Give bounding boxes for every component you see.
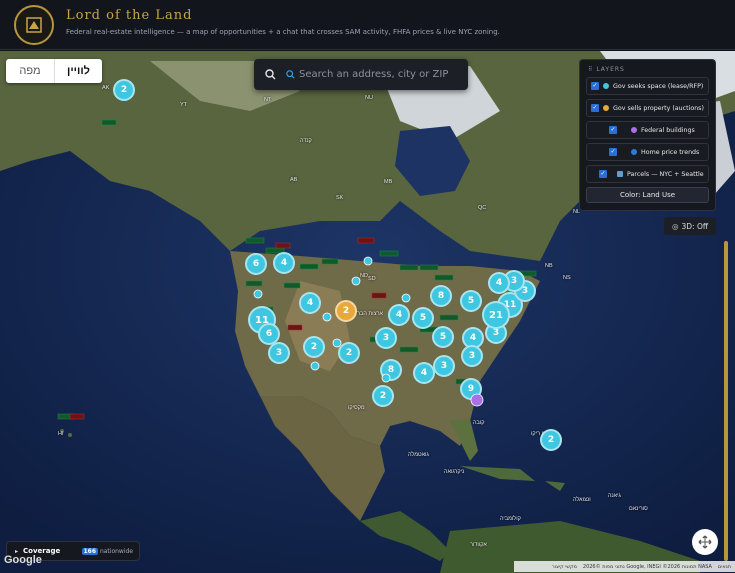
map-type-toggle: מפה לוויין (6, 59, 102, 83)
coverage-badge: 166 nationwide (81, 547, 133, 555)
map-attribution: מקשי קיצור נתוני מפות ©2026 Google, INEG… (514, 561, 735, 572)
layer-toggle-parcels[interactable]: ✓ Parcels — NYC + Seattle (586, 165, 709, 183)
app-subtitle: Federal real-estate intelligence — a map… (66, 28, 500, 36)
map-view-button[interactable]: מפה (6, 59, 54, 83)
layers-panel: ⠿ LAYERS ✓ Gov seeks space (lease/RFP) ✓… (579, 59, 716, 211)
layers-title: ⠿ LAYERS (588, 66, 625, 73)
map-cluster[interactable]: 4 (273, 252, 295, 274)
satellite-view-button[interactable]: לוויין (54, 59, 102, 83)
map-cluster[interactable]: 6 (245, 253, 267, 275)
map-cluster[interactable]: 3 (375, 327, 397, 349)
map-cluster[interactable]: 2 (113, 79, 135, 101)
coverage-suffix: nationwide (99, 547, 133, 555)
legend-dot (631, 127, 637, 133)
app-header: Lord of the Land Federal real-estate int… (0, 0, 735, 50)
layer-label: Parcels — NYC + Seattle (627, 170, 704, 178)
legend-dot (631, 149, 637, 155)
panel-resize-handle[interactable] (724, 241, 728, 561)
layer-toggle-sells-property[interactable]: ✓ Gov sells property (auctions) (586, 99, 709, 117)
app-title: Lord of the Land (66, 8, 193, 23)
layer-toggle-seek-space[interactable]: ✓ Gov seeks space (lease/RFP) (586, 77, 709, 95)
search-icon (254, 69, 286, 80)
legend-dot (603, 105, 609, 111)
map-cluster[interactable]: 5 (432, 326, 454, 348)
checkbox[interactable]: ✓ (591, 104, 599, 112)
map-cluster[interactable]: 2 (335, 300, 357, 322)
map-data-credit: נתוני מפות ©2026 Google, INEGI ©2026 תמו… (582, 563, 712, 570)
logo-icon (14, 5, 54, 45)
terms-link[interactable]: תנאים (718, 564, 731, 570)
cube-icon: ◎ (671, 221, 679, 231)
legend-dot (603, 83, 609, 89)
layer-toggle-federal-buildings[interactable]: ✓ Federal buildings (586, 121, 709, 139)
3d-label: 3D: Off (681, 221, 709, 231)
map-cluster[interactable]: 8 (380, 359, 402, 381)
layer-label: Federal buildings (641, 126, 695, 134)
map-cluster[interactable]: 3 (268, 342, 290, 364)
layer-toggle-home-price[interactable]: ✓ Home price trends (586, 143, 709, 161)
checkbox[interactable]: ✓ (591, 82, 599, 90)
map-cluster[interactable]: 2 (372, 385, 394, 407)
map-cluster[interactable]: 9 (460, 378, 482, 400)
search-input[interactable]: Search an address, city or ZIP (286, 69, 448, 80)
map-cluster[interactable]: 21 (482, 301, 510, 329)
fullscreen-icon (698, 535, 712, 549)
layer-label: Home price trends (641, 148, 700, 156)
fullscreen-button[interactable] (692, 529, 718, 555)
checkbox[interactable]: ✓ (599, 170, 607, 178)
search-bar[interactable]: Search an address, city or ZIP (254, 59, 468, 90)
map-cluster[interactable]: 3 (433, 355, 455, 377)
search-placeholder: Search an address, city or ZIP (299, 69, 449, 80)
map-cluster[interactable]: 2 (338, 342, 360, 364)
map-cluster[interactable]: 5 (412, 307, 434, 329)
map-cluster[interactable]: 4 (299, 292, 321, 314)
coverage-count: 166 (81, 547, 99, 555)
3d-toggle-button[interactable]: ◎ 3D: Off (664, 217, 716, 235)
map-cluster[interactable]: 2 (540, 429, 562, 451)
map-cluster[interactable]: 4 (413, 362, 435, 384)
checkbox[interactable]: ✓ (609, 126, 617, 134)
map-cluster[interactable]: 4 (388, 304, 410, 326)
google-logo: Google (4, 554, 42, 566)
layer-label: Gov seeks space (lease/RFP) (613, 82, 704, 90)
checkbox[interactable]: ✓ (609, 148, 617, 156)
search-icon (286, 70, 295, 79)
map-cluster[interactable]: 8 (430, 285, 452, 307)
layer-label: Gov sells property (auctions) (613, 104, 704, 112)
map-cluster[interactable]: 4 (488, 272, 510, 294)
parcel-icon (617, 171, 623, 177)
map-cluster[interactable]: 2 (303, 336, 325, 358)
shortcuts-link[interactable]: מקשי קיצור (552, 564, 577, 570)
map-cluster[interactable]: 5 (460, 290, 482, 312)
map-canvas[interactable]: AK YT NT NU קנדה AB SK MB QC NL ND SD NB… (0, 51, 735, 573)
color-mode-button[interactable]: Color: Land Use (586, 187, 709, 203)
map-cluster[interactable]: 3 (461, 345, 483, 367)
